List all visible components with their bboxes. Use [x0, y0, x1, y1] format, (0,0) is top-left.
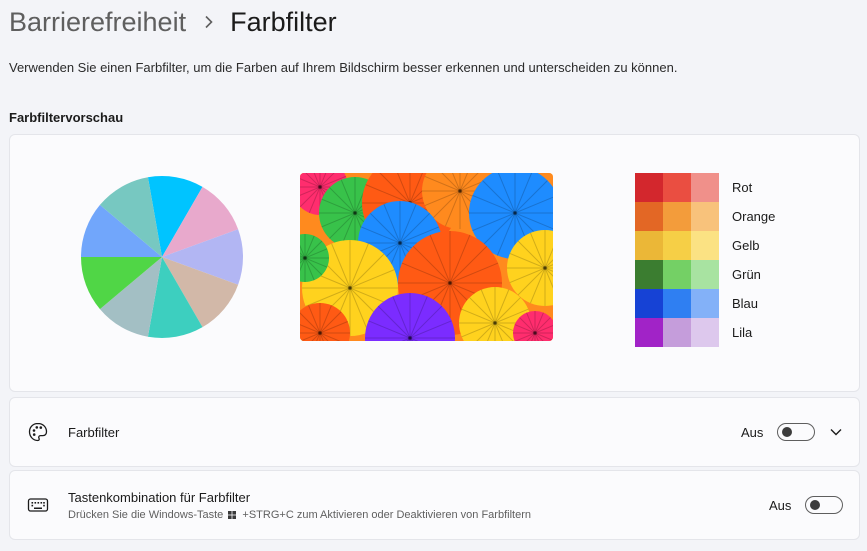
- toggle-knob: [810, 500, 820, 510]
- swatch-light: [691, 202, 719, 231]
- swatch-dark: [635, 289, 663, 318]
- swatch-label: Rot: [732, 180, 753, 195]
- swatch-label: Blau: [732, 296, 759, 311]
- swatch-row-lila: Lila: [635, 318, 775, 347]
- shortcut-subtitle: Drücken Sie die Windows-Taste +STRG+C zu…: [68, 509, 531, 521]
- swatch-mid: [663, 173, 691, 202]
- shortcut-title: Tastenkombination für Farbfilter: [68, 489, 251, 505]
- chevron-down-icon[interactable]: [828, 424, 844, 440]
- swatch-row-orange: Orange: [635, 202, 775, 231]
- swatch-row-rot: Rot: [635, 173, 775, 202]
- color-filter-label: Farbfilter: [68, 424, 120, 440]
- swatch-dark: [635, 202, 663, 231]
- swatch-label: Lila: [732, 325, 753, 340]
- color-filter-state: Aus: [741, 424, 764, 440]
- preview-section-title: Farbfiltervorschau: [9, 110, 124, 125]
- shortcut-subtitle-before: Drücken Sie die Windows-Taste: [68, 508, 224, 521]
- swatch-mid: [663, 289, 691, 318]
- swatch-row-gelb: Gelb: [635, 231, 775, 260]
- preview-photo: [300, 173, 553, 341]
- swatch-light: [691, 289, 719, 318]
- color-filter-toggle[interactable]: [777, 423, 815, 441]
- swatch-label: Orange: [732, 209, 776, 224]
- shortcut-subtitle-after: +STRG+C zum Aktivieren oder Deaktivieren…: [242, 508, 531, 521]
- shortcut-setting: Tastenkombination für Farbfilter Drücken…: [9, 470, 860, 540]
- swatch-mid: [663, 202, 691, 231]
- color-filter-text: Farbfilter: [68, 425, 119, 440]
- swatch-dark: [635, 318, 663, 347]
- windows-logo-icon: [228, 510, 237, 519]
- page-description: Verwenden Sie einen Farbfilter, um die F…: [9, 60, 678, 75]
- preview-card: Rot Orange Gelb Grün Blau Lila: [9, 134, 860, 392]
- color-wheel-preview: [81, 176, 244, 338]
- swatch-light: [691, 260, 719, 289]
- toggle-knob: [782, 427, 792, 437]
- swatch-light: [691, 173, 719, 202]
- swatch-label: Gelb: [732, 238, 760, 253]
- breadcrumb-parent[interactable]: Barrierefreiheit: [9, 7, 186, 38]
- page-title: Farbfilter: [230, 6, 337, 37]
- swatch-light: [691, 318, 719, 347]
- swatch-mid: [663, 260, 691, 289]
- shortcut-toggle[interactable]: [805, 496, 843, 514]
- swatch-dark: [635, 260, 663, 289]
- swatch-row-blau: Blau: [635, 289, 775, 318]
- shortcut-state: Aus: [769, 497, 792, 513]
- swatch-row-gruen: Grün: [635, 260, 775, 289]
- breadcrumb: Barrierefreiheit Farbfilter: [9, 2, 337, 42]
- chevron-right-icon: [204, 15, 214, 29]
- swatch-light: [691, 231, 719, 260]
- keyboard-icon: [27, 494, 49, 516]
- shortcut-text: Tastenkombination für Farbfilter Drücken…: [68, 490, 531, 521]
- swatch-mid: [663, 231, 691, 260]
- color-filter-setting[interactable]: Farbfilter Aus: [9, 397, 860, 467]
- color-swatches: Rot Orange Gelb Grün Blau Lila: [635, 173, 775, 347]
- swatch-dark: [635, 231, 663, 260]
- swatch-dark: [635, 173, 663, 202]
- palette-icon: [27, 421, 49, 443]
- swatch-mid: [663, 318, 691, 347]
- swatch-label: Grün: [732, 267, 761, 282]
